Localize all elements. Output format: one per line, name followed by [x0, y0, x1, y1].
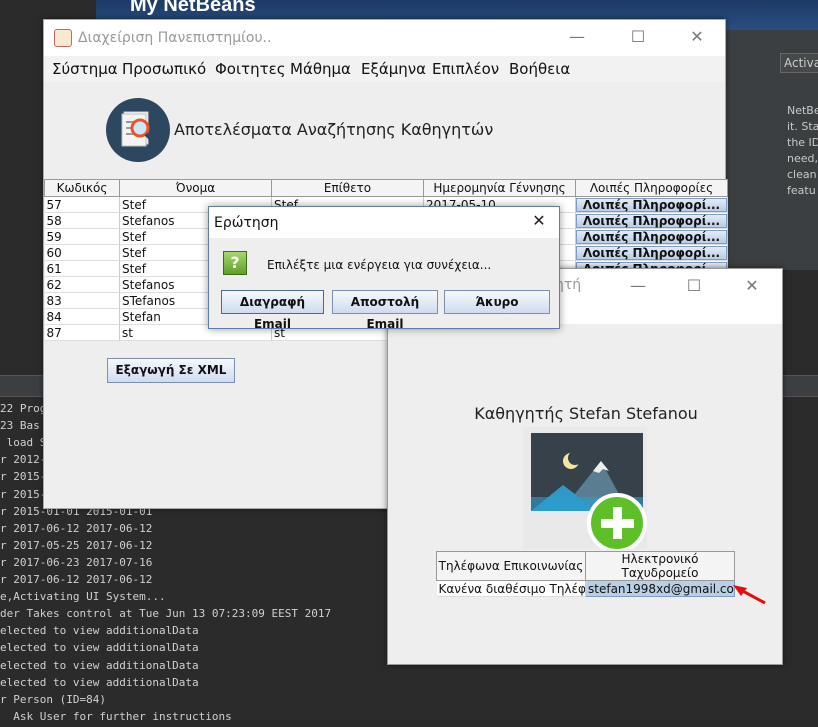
minimize-button[interactable]: —: [628, 277, 648, 297]
phone-cell[interactable]: Κανένα διαθέσιμο Τηλέφω...: [436, 580, 586, 597]
dialog-message: Επιλέξτε μια ενέργεια για συνέχεια...: [267, 258, 492, 272]
menu-item[interactable]: Μάθημα: [290, 60, 351, 78]
console-line: elected to view additionalData: [0, 624, 199, 638]
delete-email-button[interactable]: Διαγραφή Email: [221, 290, 324, 331]
cell-info: Λοιπές Πληροφορί...: [575, 212, 728, 229]
java-app-icon: [54, 29, 72, 47]
console-line: r 2015-: [0, 487, 47, 501]
console-line: Ask User for further instructions: [0, 709, 232, 723]
news-line: clean: [787, 168, 817, 181]
close-button[interactable]: ✕: [529, 212, 549, 232]
news-line: the ID: [787, 136, 818, 149]
menu-item[interactable]: Εξάμηνα: [361, 60, 426, 78]
contact-table: Τηλέφωνα Επικοινωνίας Ηλεκτρονικό Ταχυδρ…: [436, 551, 735, 597]
console-line: 23 Bas: [0, 419, 40, 433]
cancel-button[interactable]: Άκυρο: [444, 290, 550, 314]
menu-item[interactable]: Προσωπικό: [122, 60, 206, 78]
export-xml-button[interactable]: Εξαγωγή Σε XML: [107, 358, 235, 383]
console-line: 22 Prog: [0, 402, 47, 415]
console-line: elected to view additionalData: [0, 658, 199, 672]
table-header: Κωδικός Όνομα Επίθετο Ημερομηνία Γέννησης Λο…: [44, 179, 728, 197]
console-line: r 2017-06-23 2017-07-16: [0, 555, 153, 569]
main-window-title: Διαχείριση Πανεπιστημίου..: [78, 30, 272, 46]
column-header[interactable]: Ηλεκτρονικό Ταχυδρομείο: [585, 551, 735, 581]
maximize-button[interactable]: ☐: [628, 28, 648, 48]
cell-id[interactable]: 60: [44, 244, 120, 261]
console-line: r Person (ID=84): [0, 692, 106, 706]
red-arrow-annotation: [733, 585, 766, 605]
cell-id[interactable]: 62: [44, 276, 120, 293]
console-line: r 2017-06-12 2017-06-12: [0, 573, 153, 586]
cell-id[interactable]: 83: [44, 292, 120, 309]
cell-id[interactable]: 59: [44, 228, 120, 245]
console-line: r 2017-05-25 2017-06-12: [0, 538, 153, 552]
more-info-button[interactable]: Λοιπές Πληροφορί...: [576, 245, 727, 260]
activate-button[interactable]: Activa: [780, 53, 818, 73]
send-email-button[interactable]: Αποστολή Email: [332, 290, 438, 331]
table-header: Τηλέφωνα Επικοινωνίας Ηλεκτρονικό Ταχυδρ…: [436, 551, 735, 581]
column-header[interactable]: Λοιπές Πληροφορίες: [575, 179, 728, 197]
profile-image-placeholder[interactable]: [523, 427, 647, 553]
question-icon: ?: [223, 251, 247, 275]
news-line: it. Sta: [787, 120, 818, 133]
column-header[interactable]: Κωδικός: [44, 179, 120, 197]
console-line: e,Activating UI System...: [0, 590, 166, 604]
table-row[interactable]: Κανένα διαθέσιμο Τηλέφω... stefan1998xd@…: [436, 580, 735, 597]
menu-item[interactable]: Φοιτητες: [215, 60, 286, 78]
news-line: NetBe: [787, 104, 818, 117]
minimize-button[interactable]: —: [567, 28, 587, 48]
console-line: r 2017-06-12 2017-06-12: [0, 521, 153, 535]
ide-title: My NetBeans: [130, 0, 256, 16]
console-line: elected to view additionalData: [0, 675, 199, 689]
dialog-titlebar[interactable]: Ερώτηση ✕: [209, 207, 559, 238]
console-line: load S: [0, 436, 47, 450]
cell-info: Λοιπές Πληροφορί...: [575, 244, 728, 261]
maximize-button[interactable]: ☐: [684, 277, 704, 297]
email-cell[interactable]: stefan1998xd@gmail.com: [585, 580, 735, 597]
cell-info: Λοιπές Πληροφορί...: [575, 196, 728, 213]
column-header[interactable]: Όνομα: [119, 179, 272, 197]
menubar: Σύστημα Προσωπικό Φοιτητες Μάθημα Εξάμηνα Επι…: [44, 56, 725, 82]
column-header[interactable]: Επίθετο: [271, 179, 424, 197]
column-header[interactable]: Ημερομηνία Γέννησης: [423, 179, 576, 197]
menu-item[interactable]: Βοήθεια: [509, 60, 570, 78]
question-dialog: Ερώτηση ✕ ? Επιλέξτε μια ενέργεια για συ…: [208, 206, 560, 331]
close-button[interactable]: ✕: [687, 28, 707, 48]
cell-id[interactable]: 57: [44, 196, 120, 213]
news-line: need,: [787, 152, 818, 165]
menu-item[interactable]: Επιπλέον: [432, 60, 499, 78]
ide-news-panel: NetBe it. Sta the ID need, clean featu: [787, 103, 818, 199]
console-line: r 2012-: [0, 453, 47, 467]
console-line: der Takes control at Tue Jun 13 07:23:09…: [0, 607, 332, 621]
more-info-button[interactable]: Λοιπές Πληροφορί...: [576, 229, 727, 244]
close-button[interactable]: ✕: [742, 277, 762, 297]
cell-id[interactable]: 84: [44, 308, 120, 325]
page-heading: Αποτελέσματα Αναζήτησης Καθηγητών: [174, 120, 494, 139]
main-titlebar[interactable]: Διαχείριση Πανεπιστημίου.. — ☐ ✕: [44, 20, 725, 56]
more-info-button[interactable]: Λοιπές Πληροφορί...: [576, 197, 727, 212]
cell-info: Λοιπές Πληροφορί...: [575, 228, 728, 245]
cell-id[interactable]: 61: [44, 260, 120, 277]
news-line: featu: [787, 184, 816, 197]
cell-id[interactable]: 87: [44, 324, 120, 341]
dialog-title: Ερώτηση: [214, 215, 279, 231]
console-line: elected to view additionalData: [0, 641, 199, 655]
cell-id[interactable]: 58: [44, 212, 120, 229]
more-info-button[interactable]: Λοιπές Πληροφορί...: [576, 213, 727, 228]
console-line: r 2015-: [0, 470, 47, 484]
professor-name: Καθηγητής Stefan Stefanou: [474, 404, 698, 423]
menu-item[interactable]: Σύστημα: [52, 60, 118, 78]
document-search-icon: [106, 98, 170, 162]
column-header[interactable]: Τηλέφωνα Επικοινωνίας: [436, 551, 586, 581]
